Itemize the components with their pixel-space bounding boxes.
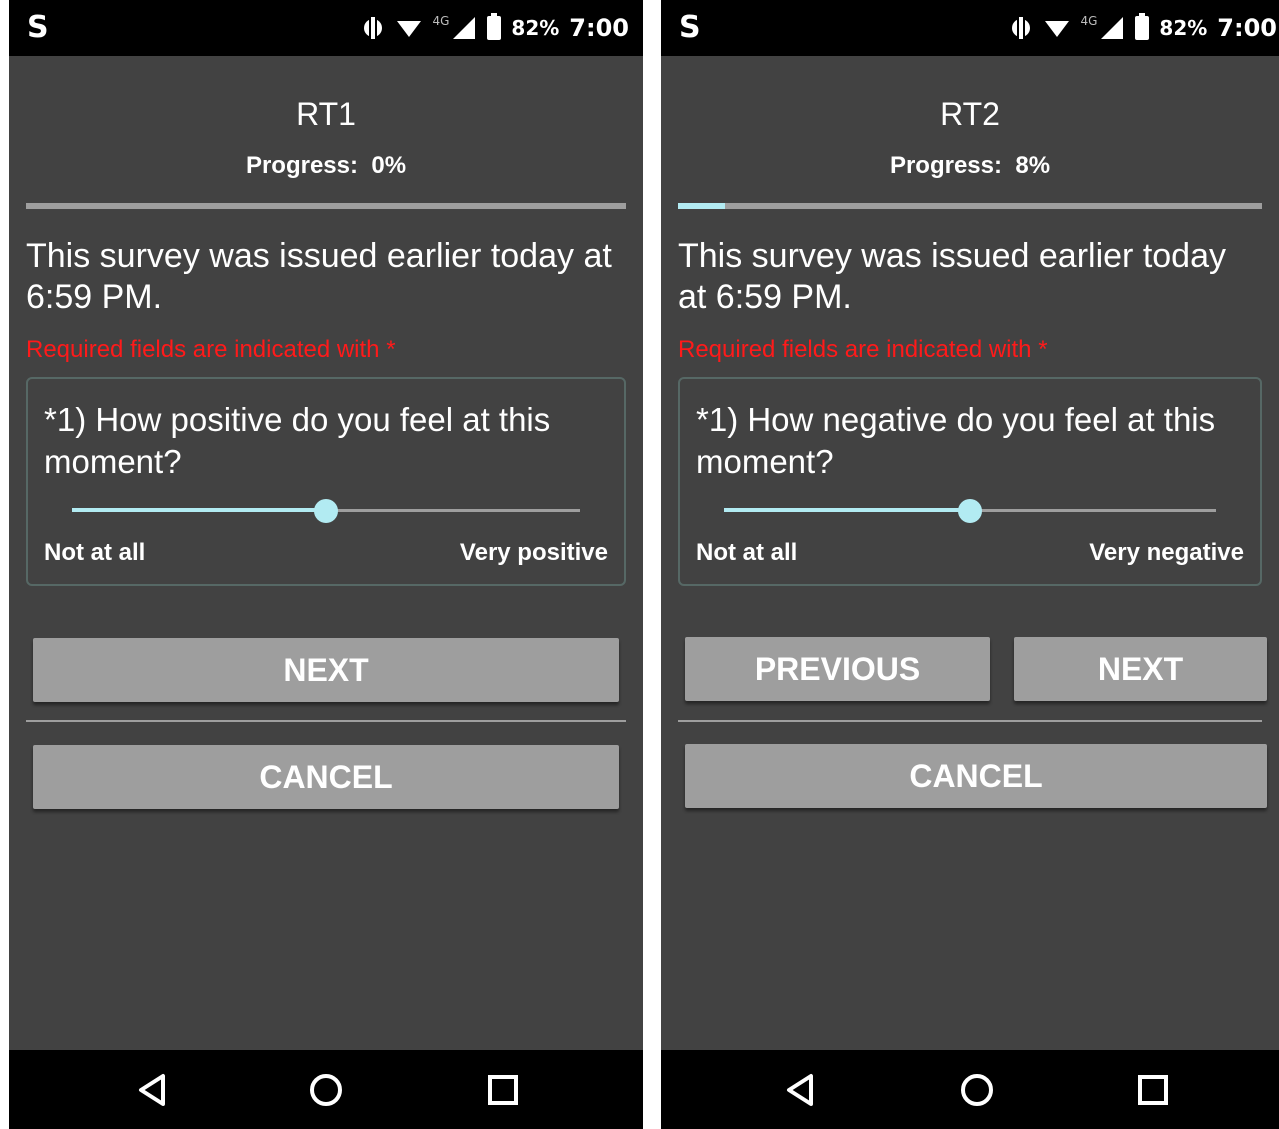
slider-min-label: Not at all <box>44 539 146 566</box>
slider-fill <box>724 508 970 512</box>
recents-icon[interactable] <box>1133 1070 1173 1110</box>
cancel-button[interactable]: CANCEL <box>33 745 619 809</box>
battery-level: 82% <box>511 16 560 40</box>
battery-icon <box>487 13 502 40</box>
cancel-button[interactable]: CANCEL <box>685 744 1267 808</box>
progress-value: 0% <box>371 152 407 179</box>
sync-icon <box>1012 17 1031 39</box>
next-button[interactable]: NEXT <box>1014 637 1267 701</box>
signal-icon <box>1101 17 1124 39</box>
sync-icon <box>364 17 383 39</box>
signal-icon <box>453 17 476 39</box>
slider-fill <box>72 508 326 512</box>
slider-thumb[interactable] <box>958 499 982 523</box>
back-icon[interactable] <box>133 1070 173 1110</box>
navigation-bar <box>9 1050 643 1129</box>
status-bar: S 4G 82% 7:00 <box>661 0 1279 56</box>
app-notification-icon: S <box>679 10 701 45</box>
home-icon[interactable] <box>957 1070 997 1110</box>
phone-screen-rt1: S 4G 82% 7:00 RT1 Progress: 0% This surv… <box>9 0 643 1129</box>
survey-issued-text: This survey was issued earlier today at … <box>26 237 612 316</box>
navigation-bar <box>661 1050 1279 1129</box>
question-card: *1) How positive do you feel at this mom… <box>26 377 626 586</box>
required-fields-note: Required fields are indicated with * <box>678 336 1048 363</box>
app-notification-icon: S <box>27 10 49 45</box>
rating-slider[interactable] <box>724 499 1216 523</box>
survey-issued-text: This survey was issued earlier today at … <box>678 237 1227 316</box>
progress-label-text: Progress: <box>245 152 358 179</box>
required-fields-note: Required fields are indicated with * <box>26 336 396 363</box>
slider-min-label: Not at all <box>696 539 798 566</box>
wifi-icon <box>1045 21 1070 37</box>
question-card: *1) How negative do you feel at this mom… <box>678 377 1262 586</box>
phone-screen-rt2: S 4G 82% 7:00 RT2 Progress: 8% This surv… <box>661 0 1279 1129</box>
progress-bar <box>26 203 626 209</box>
network-type: 4G <box>1080 14 1098 28</box>
rating-slider[interactable] <box>72 499 580 523</box>
question-text: *1) How positive do you feel at this mom… <box>44 401 551 480</box>
slider-max-label: Very positive <box>459 539 608 566</box>
divider <box>678 720 1262 722</box>
status-bar: S 4G 82% 7:00 <box>9 0 643 56</box>
network-type: 4G <box>432 14 450 28</box>
progress-value: 8% <box>1015 152 1051 179</box>
clock: 7:00 <box>1217 14 1277 42</box>
progress-bar <box>678 203 1262 209</box>
wifi-icon <box>397 21 422 37</box>
progress-bar-fill <box>678 203 725 209</box>
survey-title: RT1 <box>296 96 356 132</box>
home-icon[interactable] <box>306 1070 346 1110</box>
battery-level: 82% <box>1159 16 1208 40</box>
slider-thumb[interactable] <box>314 499 338 523</box>
question-text: *1) How negative do you feel at this mom… <box>696 401 1216 480</box>
progress-label: Progress: 8% <box>661 152 1279 180</box>
survey-title: RT2 <box>940 96 1000 132</box>
progress-label-text: Progress: <box>889 152 1002 179</box>
progress-label: Progress: 0% <box>9 152 643 180</box>
clock: 7:00 <box>569 14 629 42</box>
previous-button[interactable]: PREVIOUS <box>685 637 990 701</box>
recents-icon[interactable] <box>483 1070 523 1110</box>
next-button[interactable]: NEXT <box>33 638 619 702</box>
slider-max-label: Very negative <box>1089 539 1244 566</box>
battery-icon <box>1135 13 1150 40</box>
divider <box>26 720 626 722</box>
back-icon[interactable] <box>781 1070 821 1110</box>
